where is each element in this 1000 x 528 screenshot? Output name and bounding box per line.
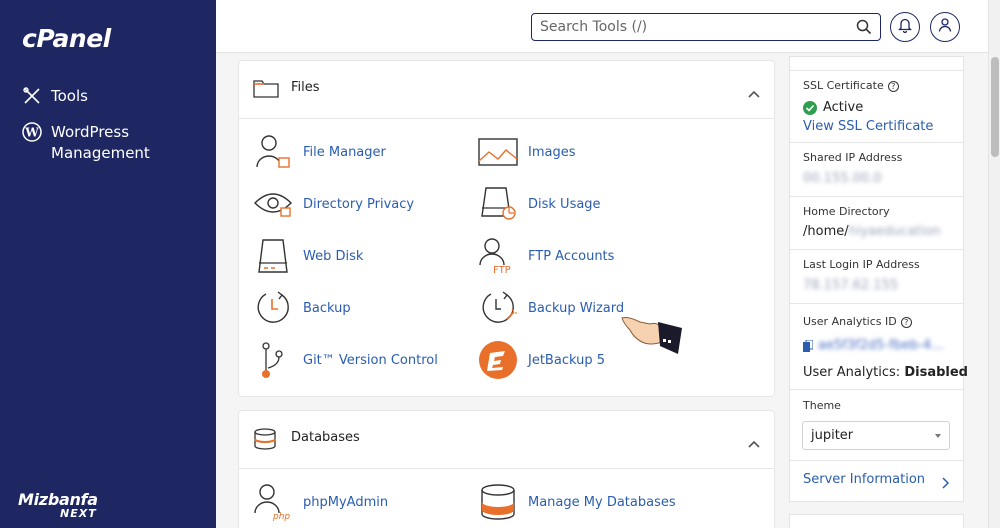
tool-git-version-control[interactable]: Git™ Version Control: [253, 340, 438, 380]
server-information-row[interactable]: Server Information: [790, 461, 963, 501]
tool-label: Manage My Databases: [528, 494, 676, 510]
next-panel-edge: [789, 514, 964, 528]
sidebar-item-tools[interactable]: Tools: [22, 86, 88, 107]
notifications-button[interactable]: [890, 12, 920, 42]
tool-jetbackup[interactable]: JetBackup 5: [478, 340, 605, 380]
last-login-ip-value: 78.157.62.155: [803, 278, 899, 293]
server-information-link[interactable]: Server Information: [803, 472, 925, 487]
tool-manage-databases[interactable]: Manage My Databases: [478, 482, 676, 522]
user-menu-button[interactable]: [930, 12, 960, 42]
backup-wizard-icon: [478, 288, 518, 328]
view-ssl-certificate-link[interactable]: View SSL Certificate: [803, 119, 933, 134]
sidebar: cPanel Tools W WordPress Management Mizb…: [0, 0, 216, 528]
bell-icon: [897, 17, 913, 37]
wordpress-icon: W: [22, 122, 42, 142]
svg-text:FTP: FTP: [493, 265, 511, 275]
svg-text:W: W: [24, 126, 39, 140]
web-disk-icon: [253, 236, 293, 276]
shared-ip-value: 00.155.00.0: [803, 171, 882, 186]
tool-label: FTP Accounts: [528, 248, 615, 264]
general-information-panel: SSL Certificate? Active View SSL Certifi…: [789, 56, 968, 502]
tool-label: Images: [528, 144, 576, 160]
tools-icon: [22, 86, 42, 106]
jetbackup-icon: [478, 340, 518, 380]
chevron-up-icon[interactable]: [748, 433, 760, 452]
user-analytics-id-value[interactable]: ae5f3f2d5-fbeb-4...: [803, 338, 944, 353]
git-icon: [253, 340, 293, 380]
tool-backup-wizard[interactable]: Backup Wizard: [478, 288, 624, 328]
images-icon: [478, 132, 518, 172]
search-box: [531, 13, 881, 41]
caret-down-icon: [935, 434, 941, 438]
page-scrollbar[interactable]: [988, 0, 1000, 528]
ssl-label: SSL Certificate?: [803, 79, 899, 92]
sidebar-item-label: WordPress Management: [51, 123, 150, 162]
tool-label: Backup: [303, 300, 351, 316]
files-section: Files File Manager Images Directory Priv…: [238, 60, 775, 397]
help-icon[interactable]: ?: [887, 81, 899, 92]
user-analytics-id-label: User Analytics ID?: [803, 315, 912, 328]
tool-file-manager[interactable]: File Manager: [253, 132, 386, 172]
folder-icon: [253, 78, 279, 102]
tool-label: JetBackup 5: [528, 352, 605, 368]
tool-label: Directory Privacy: [303, 196, 415, 212]
tool-label: Disk Usage: [528, 196, 601, 212]
tool-ftp-accounts[interactable]: FTP FTP Accounts: [478, 236, 614, 276]
last-login-ip-label: Last Login IP Address: [803, 258, 920, 271]
theme-select[interactable]: jupiter: [802, 421, 950, 450]
backup-icon: [253, 288, 293, 328]
theme-label: Theme: [803, 399, 841, 412]
tool-label: phpMyAdmin: [303, 494, 389, 510]
tool-label: Web Disk: [303, 248, 364, 264]
tool-images[interactable]: Images: [478, 132, 576, 172]
section-title: Databases: [291, 430, 360, 445]
tool-label: File Manager: [303, 144, 386, 160]
databases-section: Databases php phpMyAdmin Manage My Datab…: [238, 410, 775, 528]
tool-label: Git™ Version Control: [303, 352, 438, 368]
shared-ip-label: Shared IP Address: [803, 151, 903, 164]
help-icon[interactable]: ?: [900, 317, 912, 328]
mizbanfa-logo: Mizbanfa NEXT: [18, 490, 98, 520]
tool-label: Backup Wizard: [528, 300, 625, 316]
chevron-right-icon: [942, 474, 950, 493]
shared-ip-section: Shared IP Address 00.155.00.0: [790, 143, 963, 197]
user-analytics-status: User Analytics: Disabled: [803, 365, 968, 380]
phpmyadmin-icon: php: [253, 482, 293, 522]
scrollbar-thumb[interactable]: [991, 57, 999, 157]
tool-phpmyadmin[interactable]: php phpMyAdmin: [253, 482, 388, 522]
home-directory-label: Home Directory: [803, 205, 890, 218]
last-login-ip-section: Last Login IP Address 78.157.62.155: [790, 250, 963, 304]
pointing-hand-icon: [620, 308, 686, 360]
ftp-accounts-icon: FTP: [478, 236, 518, 276]
user-analytics-section: User Analytics ID? ae5f3f2d5-fbeb-4... U…: [790, 304, 968, 390]
tool-directory-privacy[interactable]: Directory Privacy: [253, 184, 414, 224]
cpanel-logo[interactable]: cPanel: [22, 24, 111, 53]
files-section-header[interactable]: Files: [239, 61, 774, 119]
home-directory-value: /home/hiyaeducation: [803, 224, 941, 239]
ssl-status: Active: [803, 100, 863, 115]
user-icon: [937, 17, 953, 37]
copy-icon[interactable]: [803, 339, 813, 352]
panel-top-divider: [790, 57, 963, 71]
databases-section-header[interactable]: Databases: [239, 411, 774, 469]
sidebar-item-wordpress[interactable]: W WordPress Management: [22, 122, 161, 164]
section-title: Files: [291, 80, 320, 95]
disk-usage-icon: [478, 184, 518, 224]
chevron-up-icon[interactable]: [748, 83, 760, 102]
home-directory-section: Home Directory /home/hiyaeducation: [790, 197, 963, 250]
database-icon: [253, 428, 277, 454]
file-manager-icon: [253, 132, 293, 172]
manage-databases-icon: [478, 482, 518, 522]
search-input[interactable]: [532, 15, 842, 39]
check-circle-icon: [803, 100, 817, 115]
tool-web-disk[interactable]: Web Disk: [253, 236, 363, 276]
tool-backup[interactable]: Backup: [253, 288, 351, 328]
directory-privacy-icon: [253, 184, 293, 224]
sidebar-item-label: Tools: [51, 87, 88, 105]
svg-text:php: php: [272, 512, 290, 521]
top-bar: [216, 0, 988, 53]
search-icon[interactable]: [856, 19, 872, 39]
ssl-certificate-section: SSL Certificate? Active View SSL Certifi…: [790, 71, 963, 143]
tool-disk-usage[interactable]: Disk Usage: [478, 184, 601, 224]
